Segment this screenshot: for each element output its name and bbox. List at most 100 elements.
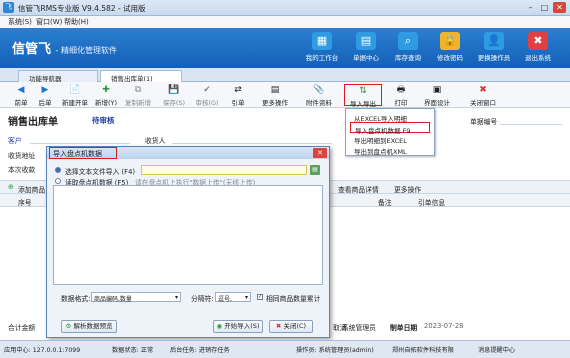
add-button[interactable]: ✚ 新增(Y) xyxy=(92,84,120,107)
reference-icon: ⇄ xyxy=(234,85,242,95)
option-text-file-label: 选择文本文件导入 (F4) xyxy=(65,168,136,176)
status-bar: 应用中心: 127.0.0.1:7099 数据状态: 正常 后台任务: 进销存任… xyxy=(0,340,570,358)
change-password-button[interactable]: 🔒 修改密码 xyxy=(430,32,470,66)
dialog-close-button[interactable]: ✖ 关闭(C) xyxy=(269,320,313,333)
start-import-label: 开始导入(S) xyxy=(224,322,260,330)
inventory-query-icon: ⌕ xyxy=(398,32,418,50)
copy-new-button[interactable]: ⧉ 复制新增 xyxy=(122,84,154,107)
parse-preview-button[interactable]: ⚙ 解析数据预览 xyxy=(61,320,117,333)
task-status: 后台任务: 进销存任务 xyxy=(170,347,230,354)
prev-button[interactable]: ◀ 前单 xyxy=(8,84,34,107)
print-button[interactable]: 🖶 打印 xyxy=(388,84,414,107)
menu-import-scanner[interactable]: 导入盘点机数据 F9 xyxy=(350,122,430,135)
menu-system[interactable]: 系统(S) xyxy=(8,17,32,27)
logo-text: 信管飞 xyxy=(12,42,52,57)
format-select[interactable]: 商品编码,数量 ▾ xyxy=(91,292,181,303)
customer-field[interactable] xyxy=(30,143,130,144)
start-import-button[interactable]: ◉ 开始导入(S) xyxy=(213,320,263,333)
review-button[interactable]: ✔ 审核(G) xyxy=(192,84,222,107)
customer-label[interactable]: 客户 xyxy=(8,135,22,145)
switch-operator-button[interactable]: 👤 更换操作员 xyxy=(474,32,514,66)
workbench-button[interactable]: ▦ 我的工作台 xyxy=(302,32,342,66)
attachments-button[interactable]: 📎 附件资料 xyxy=(302,84,336,107)
exit-icon: ✖ xyxy=(528,32,548,50)
title-bar: 飞 信管飞RMS专业版 V9.4.582 - 试用版 – □ ✕ xyxy=(0,0,570,16)
chevron-down-icon: ▾ xyxy=(174,294,178,301)
document-icon: 📄 xyxy=(69,85,81,95)
interface-design-button[interactable]: ▣ 界面设计 xyxy=(420,84,454,107)
col-reference: 引单信息 xyxy=(418,199,446,207)
maximize-button[interactable]: □ xyxy=(538,2,551,13)
plus-icon: ⊕ xyxy=(8,183,14,191)
review-status: 待审核 xyxy=(92,116,115,125)
save-button[interactable]: 💾 保存(S) xyxy=(160,84,188,107)
view-detail-button[interactable]: 查看商品详情 xyxy=(338,184,379,194)
col-remark: 备注 xyxy=(378,199,392,207)
close-window-label: 关闭窗口 xyxy=(470,99,496,107)
inventory-query-label: 库存查询 xyxy=(395,54,421,62)
menu-export-excel[interactable]: 导出明细到EXCEL xyxy=(350,133,430,145)
next-label: 后单 xyxy=(38,99,52,107)
save-label: 保存(S) xyxy=(162,99,186,107)
more-ops-detail-button[interactable]: 更多操作 xyxy=(394,184,421,194)
browse-icon[interactable]: ▤ xyxy=(310,165,320,175)
date-value: 2023-07-28 xyxy=(424,322,464,330)
more-ops-label: 更多操作 xyxy=(262,99,288,107)
option-text-file-radio[interactable] xyxy=(55,167,61,173)
copy-icon: ⧉ xyxy=(134,85,142,95)
server-status: 应用中心: 127.0.0.1:7099 xyxy=(4,347,81,354)
message-center[interactable]: 消息提醒中心 xyxy=(478,345,515,354)
menu-icon: ▤ xyxy=(270,85,280,95)
dialog-close-icon[interactable]: ✕ xyxy=(313,148,327,158)
receiver-field[interactable] xyxy=(172,143,332,144)
next-button[interactable]: ▶ 后单 xyxy=(32,84,58,107)
window-title: 信管飞RMS专业版 V9.4.582 - 试用版 xyxy=(18,4,146,13)
copy-new-label: 复制新增 xyxy=(125,99,151,107)
doc-no-field[interactable] xyxy=(500,124,562,125)
menu-window[interactable]: 窗口(W) xyxy=(36,17,62,27)
menu-import-excel[interactable]: 从EXCEL导入明细 xyxy=(350,111,430,123)
more-ops-button[interactable]: ▤ 更多操作 xyxy=(258,84,292,107)
separator-label: 分隔符: xyxy=(191,295,214,303)
tab-sales-outbound[interactable]: 销售出库单(1) xyxy=(100,70,182,83)
paperclip-icon: 📎 xyxy=(313,85,325,95)
reference-button[interactable]: ⇄ 引单 xyxy=(226,84,250,107)
separator-select[interactable]: 逗号, ▾ xyxy=(215,292,251,303)
new-doc-label: 新建开单 xyxy=(62,99,88,107)
minimize-button[interactable]: – xyxy=(524,2,537,13)
change-password-label: 修改密码 xyxy=(437,54,463,62)
doc-no-label: 单据编号 xyxy=(470,118,498,126)
document-center-button[interactable]: ▤ 单据中心 xyxy=(346,32,386,66)
reference-label: 引单 xyxy=(231,99,245,107)
new-doc-button[interactable]: 📄 新建开单 xyxy=(60,84,90,107)
exit-system-button[interactable]: ✖ 退出系统 xyxy=(518,32,558,66)
logo: 信管飞 - 精细化管理软件 xyxy=(12,38,117,57)
app-icon: 飞 xyxy=(3,2,14,13)
switch-operator-label: 更换操作员 xyxy=(477,54,511,62)
prev-label: 前单 xyxy=(14,99,28,107)
import-export-label: 导入导出 xyxy=(350,100,376,108)
lock-icon: 🔒 xyxy=(440,32,460,50)
total-amount-label: 合计金额 xyxy=(8,324,36,332)
close-window-button[interactable]: ✖ 关闭窗口 xyxy=(466,84,500,107)
company-status: 郑州自拓软件科技有限 xyxy=(392,347,454,354)
import-export-icon: ⇅ xyxy=(359,86,367,96)
menu-bar: 系统(S) 窗口(W) 帮助(H) xyxy=(0,16,570,28)
data-preview-area[interactable] xyxy=(53,185,323,285)
option-scanner-radio[interactable] xyxy=(55,178,61,184)
tab-function-navigator[interactable]: 功能导航器 xyxy=(18,70,98,83)
file-path-input[interactable] xyxy=(141,165,307,175)
menu-export-xml[interactable]: 导出到盘点机XML xyxy=(350,144,430,156)
menu-help[interactable]: 帮助(H) xyxy=(64,17,89,27)
import-export-button[interactable]: ⇅ 导入导出 xyxy=(344,84,382,108)
document-center-icon: ▤ xyxy=(356,32,376,50)
add-label: 新增(Y) xyxy=(94,99,118,107)
close-button[interactable]: ✕ xyxy=(553,2,566,13)
parse-preview-label: 解析数据预览 xyxy=(73,322,113,330)
inventory-query-button[interactable]: ⌕ 库存查询 xyxy=(388,32,428,66)
user-icon: 👤 xyxy=(484,32,504,50)
merge-checkbox[interactable]: ✓ xyxy=(257,294,263,300)
form-title: 销售出库单 xyxy=(8,117,58,128)
close-icon: ✖ xyxy=(479,85,487,95)
add-product-button[interactable]: 添加商品 xyxy=(18,184,45,194)
